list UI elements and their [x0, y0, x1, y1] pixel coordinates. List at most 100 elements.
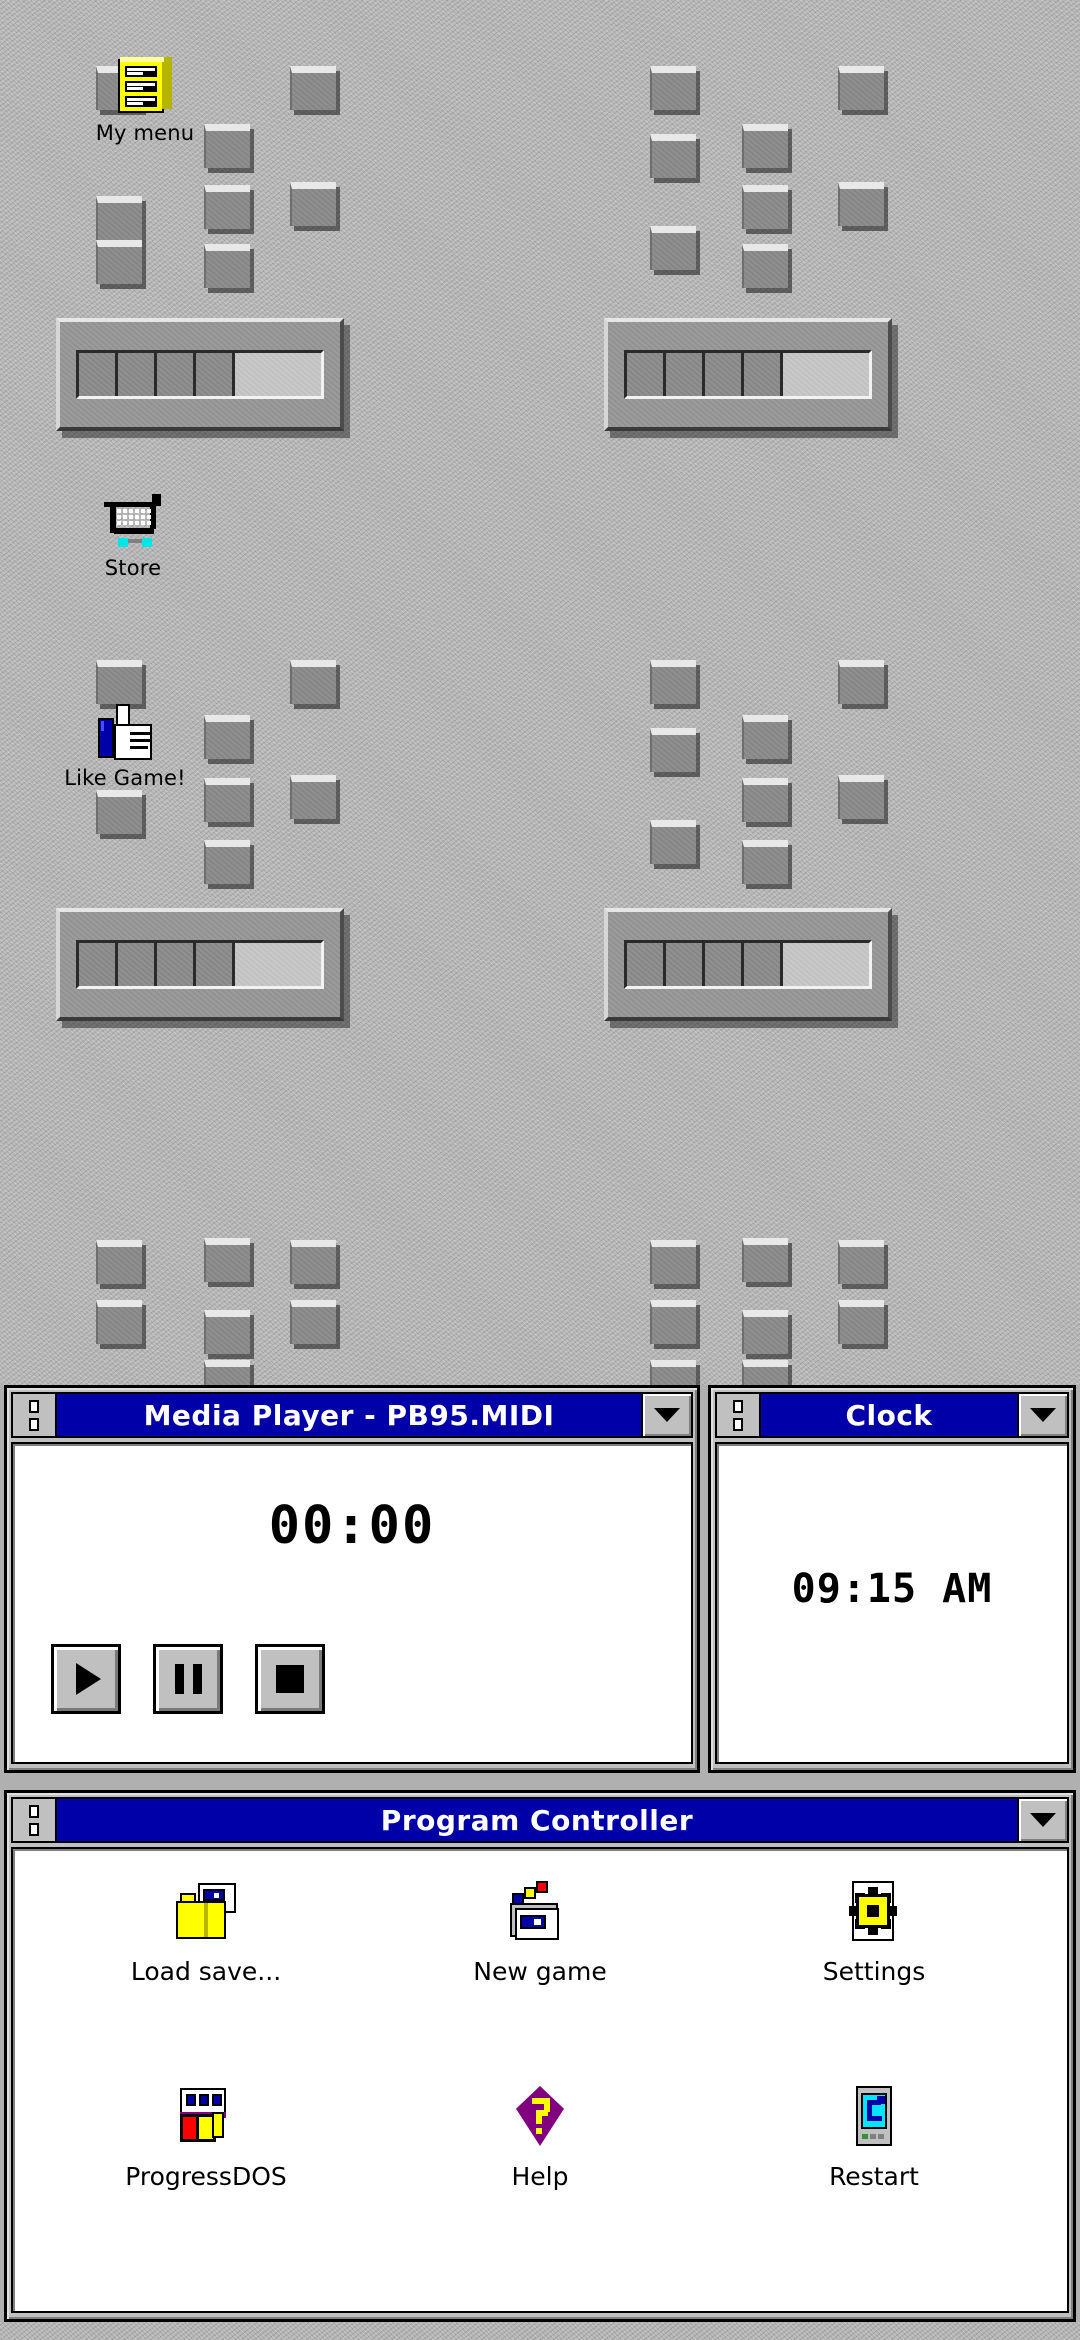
theater-seat[interactable]: [204, 1238, 250, 1282]
chevron-down-icon: [1030, 1408, 1056, 1422]
media-player-body: 00:00: [11, 1442, 693, 1764]
play-icon: [75, 1663, 101, 1695]
theater-seat[interactable]: [96, 660, 142, 704]
theater-seat[interactable]: [96, 1300, 142, 1344]
theater-seat[interactable]: [650, 1300, 696, 1344]
theater-screen-cell: [235, 353, 321, 396]
program-item-label: New game: [473, 1957, 607, 1986]
theater-seat[interactable]: [204, 778, 250, 822]
theater-seat[interactable]: [650, 226, 696, 270]
program-item-label: Help: [511, 2162, 569, 2191]
theater-seat[interactable]: [838, 1300, 884, 1344]
theater-seat[interactable]: [838, 182, 884, 226]
theater-seat[interactable]: [204, 715, 250, 759]
theater-seat[interactable]: [96, 790, 142, 834]
ms-dos-icon: [174, 2084, 238, 2148]
chevron-down-icon: [1030, 1813, 1056, 1827]
clock-minimize-button[interactable]: [1017, 1392, 1069, 1438]
theater-seat[interactable]: [290, 1240, 336, 1284]
clock-titlebar[interactable]: Clock: [715, 1392, 1069, 1438]
theater-seat[interactable]: [838, 1240, 884, 1284]
theater-seat[interactable]: [838, 66, 884, 110]
chevron-down-icon: [654, 1408, 680, 1422]
program-item-label: ProgressDOS: [125, 2162, 287, 2191]
theater-seat[interactable]: [742, 778, 788, 822]
theater-seat[interactable]: [204, 244, 250, 288]
program-item-new-game[interactable]: New game: [373, 1873, 707, 2078]
theater-seat[interactable]: [204, 1310, 250, 1354]
theater-screen[interactable]: [56, 908, 344, 1021]
desktop-icon-like-game[interactable]: Like Game!: [50, 700, 200, 790]
media-player-minimize-button[interactable]: [641, 1392, 693, 1438]
theater-seat[interactable]: [290, 775, 336, 819]
theater-seat[interactable]: [838, 660, 884, 704]
media-player-title: Media Player - PB95.MIDI: [57, 1392, 641, 1438]
theater-seat[interactable]: [650, 660, 696, 704]
media-player-titlebar[interactable]: Media Player - PB95.MIDI: [11, 1392, 693, 1438]
media-player-window[interactable]: Media Player - PB95.MIDI 00:00: [4, 1385, 700, 1773]
theater-seat[interactable]: [742, 1360, 788, 1385]
theater-screen-cell: [783, 353, 869, 396]
theater-seat[interactable]: [650, 1360, 696, 1385]
theater-seat[interactable]: [742, 840, 788, 884]
desktop-icon-my-menu[interactable]: My menu: [70, 55, 220, 145]
theater-screen[interactable]: [56, 318, 344, 431]
system-menu-icon[interactable]: [11, 1797, 57, 1843]
program-item-restart[interactable]: Restart: [707, 2078, 1041, 2283]
theater-seat[interactable]: [650, 728, 696, 772]
theater-screen-cell: [157, 353, 196, 396]
desktop-icon-label: Like Game!: [64, 766, 186, 790]
theater-seat[interactable]: [742, 185, 788, 229]
program-controller-window[interactable]: Program Controller Load save... New game S…: [4, 1790, 1076, 2322]
desktop-icon-label: Store: [104, 556, 162, 580]
theater-seat[interactable]: [838, 775, 884, 819]
theater-seat[interactable]: [290, 66, 336, 110]
theater-seat[interactable]: [742, 1310, 788, 1354]
theater-seat[interactable]: [742, 124, 788, 168]
theater-seat[interactable]: [204, 840, 250, 884]
theater-seat[interactable]: [650, 1240, 696, 1284]
theater-seat[interactable]: [96, 240, 142, 284]
folder-open-window-icon: [174, 1879, 238, 1943]
clock-window[interactable]: Clock 09:15 AM: [708, 1385, 1076, 1773]
theater-screen-cell: [79, 943, 118, 986]
program-controller-minimize-button[interactable]: [1017, 1797, 1069, 1843]
theater-screen-cell: [705, 943, 744, 986]
theater-seat[interactable]: [650, 134, 696, 178]
filing-cabinet-icon: [114, 55, 176, 117]
theater-seat[interactable]: [290, 182, 336, 226]
system-menu-icon[interactable]: [11, 1392, 57, 1438]
screen-root: My menu Store Like Game! Media Player - PB…: [0, 0, 1080, 2340]
theater-seat[interactable]: [204, 185, 250, 229]
theater-screen-cell: [79, 353, 118, 396]
theater-screen-cell: [118, 943, 157, 986]
play-button[interactable]: [51, 1644, 121, 1714]
theater-seat[interactable]: [742, 244, 788, 288]
theater-screen-cell: [666, 353, 705, 396]
desktop-icon-store[interactable]: Store: [58, 490, 208, 580]
theater-seat[interactable]: [650, 66, 696, 110]
theater-seat[interactable]: [650, 820, 696, 864]
theater-seat[interactable]: [742, 1238, 788, 1282]
program-controller-titlebar[interactable]: Program Controller: [11, 1797, 1069, 1843]
program-item-progress-dos[interactable]: ProgressDOS: [39, 2078, 373, 2283]
theater-screen-cell: [196, 943, 235, 986]
program-item-settings[interactable]: Settings: [707, 1873, 1041, 2078]
system-menu-icon[interactable]: [715, 1392, 761, 1438]
theater-seat[interactable]: [204, 1360, 250, 1385]
theater-screen-cell: [705, 353, 744, 396]
theater-screen-cell: [627, 943, 666, 986]
clock-body: 09:15 AM: [715, 1442, 1069, 1764]
theater-seat[interactable]: [290, 660, 336, 704]
theater-seat[interactable]: [290, 1300, 336, 1344]
stop-button[interactable]: [255, 1644, 325, 1714]
theater-seat[interactable]: [96, 1240, 142, 1284]
theater-screen[interactable]: [604, 908, 892, 1021]
program-item-help[interactable]: Help: [373, 2078, 707, 2283]
theater-screen[interactable]: [604, 318, 892, 431]
desktop-wallpaper[interactable]: My menu Store Like Game!: [0, 0, 1080, 1385]
program-item-load-save[interactable]: Load save...: [39, 1873, 373, 2078]
theater-seat[interactable]: [96, 196, 142, 240]
theater-seat[interactable]: [742, 715, 788, 759]
pause-button[interactable]: [153, 1644, 223, 1714]
